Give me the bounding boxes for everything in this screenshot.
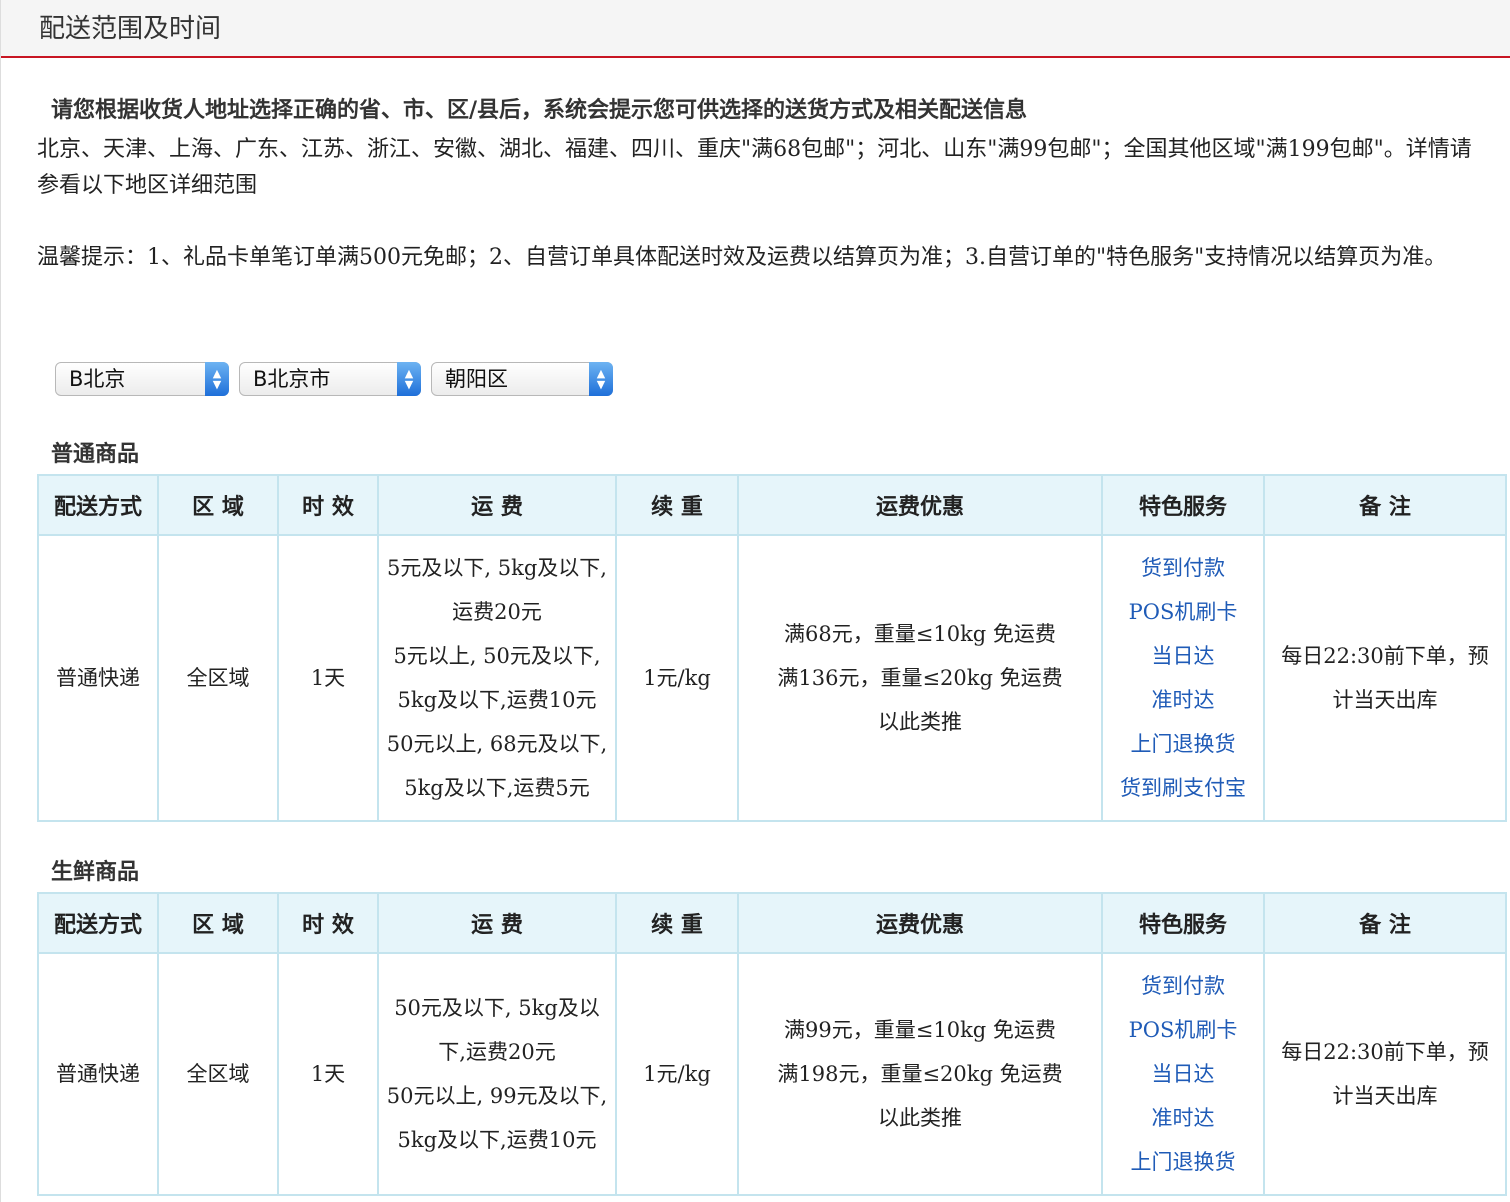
service-cod: 货到付款: [1141, 974, 1225, 998]
area-cell: 全区域: [157, 952, 279, 1196]
service-cod: 货到付款: [1141, 556, 1225, 580]
intro-text: 请您根据收货人地址选择正确的省、市、区/县后，系统会提示您可供选择的送货方式及相…: [51, 97, 1028, 123]
province-value: B北京: [69, 367, 126, 391]
area-cell: 全区域: [157, 534, 279, 822]
col-area: 区 域: [157, 892, 279, 954]
district-value: 朝阳区: [445, 367, 508, 391]
service-same-day: 当日达: [1151, 644, 1215, 668]
discount-line: 满136元，重量≤20kg 免运费: [777, 666, 1063, 690]
note-cell: 每日22:30前下单，预 计当天出库: [1263, 534, 1507, 822]
fee-cell: 50元及以下, 5kg及以 下,运费20元 50元以上, 99元及以下, 5kg…: [377, 952, 617, 1196]
city-value: B北京市: [253, 367, 331, 391]
services-cell: 货到付款 POS机刷卡 当日达 准时达 上门退换货 货到刷支付宝: [1101, 534, 1265, 822]
extra-weight-cell: 1元/kg: [615, 952, 739, 1196]
col-time: 时 效: [277, 892, 379, 954]
fresh-goods-table: 配送方式 区 域 时 效 运 费 续 重 运费优惠 特色服务 备 注 普通快递 …: [37, 892, 1507, 1196]
service-on-time: 准时达: [1151, 1106, 1215, 1130]
fee-line: 5kg及以下,运费5元: [404, 776, 590, 800]
discount-line: 以此类推: [878, 710, 962, 734]
fee-line: 5kg及以下,运费10元: [397, 1128, 597, 1152]
note-line: 计当天出库: [1332, 1084, 1438, 1108]
fee-cell: 5元及以下, 5kg及以下, 运费20元 5元以上, 50元及以下, 5kg及以…: [377, 534, 617, 822]
col-note: 备 注: [1263, 892, 1507, 954]
page-header: 配送范围及时间: [1, 0, 1510, 58]
col-method: 配送方式: [37, 474, 159, 536]
fee-line: 下,运费20元: [438, 1040, 556, 1064]
service-pos: POS机刷卡: [1128, 1018, 1238, 1042]
method-cell: 普通快递: [37, 534, 159, 822]
shipping-policy-text: 北京、天津、上海、广东、江苏、浙江、安徽、湖北、福建、四川、重庆"满68包邮"；…: [37, 137, 1472, 198]
service-return-exchange: 上门退换货: [1130, 1150, 1236, 1174]
city-select[interactable]: B北京市 ▲ ▼: [239, 362, 421, 396]
col-extra-weight: 续 重: [615, 474, 739, 536]
service-return-exchange: 上门退换货: [1130, 732, 1236, 756]
note-line: 计当天出库: [1332, 688, 1438, 712]
note-line: 每日22:30前下单，预: [1281, 1040, 1489, 1064]
fee-line: 50元及以下, 5kg及以: [394, 996, 600, 1020]
col-fee: 运 费: [377, 892, 617, 954]
method-cell: 普通快递: [37, 952, 159, 1196]
fee-line: 50元以上, 99元及以下,: [386, 1084, 608, 1108]
extra-weight-cell: 1元/kg: [615, 534, 739, 822]
col-services: 特色服务: [1101, 474, 1265, 536]
delivery-page: 配送范围及时间 请您根据收货人地址选择正确的省、市、区/县后，系统会提示您可供选…: [0, 0, 1510, 1202]
time-cell: 1天: [277, 534, 379, 822]
col-discount: 运费优惠: [737, 474, 1103, 536]
fee-line: 5元及以下, 5kg及以下,: [387, 556, 607, 580]
fee-line: 5元以上, 50元及以下,: [393, 644, 601, 668]
chevron-updown-icon: ▲ ▼: [397, 362, 421, 396]
chevron-updown-icon: ▲ ▼: [205, 362, 229, 396]
time-cell: 1天: [277, 952, 379, 1196]
chevron-updown-icon: ▲ ▼: [589, 362, 613, 396]
col-fee: 运 费: [377, 474, 617, 536]
discount-line: 以此类推: [878, 1106, 962, 1130]
col-area: 区 域: [157, 474, 279, 536]
district-select[interactable]: 朝阳区 ▲ ▼: [431, 362, 613, 396]
section-title-fresh: 生鲜商品: [51, 859, 140, 885]
table-row: 普通快递 全区域 1天 50元及以下, 5kg及以 下,运费20元 50元以上,…: [37, 952, 1507, 1196]
regular-goods-table: 配送方式 区 域 时 效 运 费 续 重 运费优惠 特色服务 备 注 普通快递 …: [37, 474, 1507, 822]
page-title: 配送范围及时间: [39, 14, 222, 44]
discount-line: 满68元，重量≤10kg 免运费: [784, 622, 1056, 646]
service-pos: POS机刷卡: [1128, 600, 1238, 624]
fee-line: 运费20元: [452, 600, 542, 624]
section-title-regular: 普通商品: [51, 441, 140, 467]
col-extra-weight: 续 重: [615, 892, 739, 954]
col-method: 配送方式: [37, 892, 159, 954]
fee-line: 50元以上, 68元及以下,: [386, 732, 608, 756]
note-cell: 每日22:30前下单，预 计当天出库: [1263, 952, 1507, 1196]
discount-line: 满99元，重量≤10kg 免运费: [784, 1018, 1056, 1042]
services-cell: 货到付款 POS机刷卡 当日达 准时达 上门退换货: [1101, 952, 1265, 1196]
discount-line: 满198元，重量≤20kg 免运费: [777, 1062, 1063, 1086]
col-note: 备 注: [1263, 474, 1507, 536]
service-same-day: 当日达: [1151, 1062, 1215, 1086]
table-header-row: 配送方式 区 域 时 效 运 费 续 重 运费优惠 特色服务 备 注: [37, 474, 1507, 536]
table-header-row: 配送方式 区 域 时 效 运 费 续 重 运费优惠 特色服务 备 注: [37, 892, 1507, 954]
tips-text: 温馨提示：1、礼品卡单笔订单满500元免邮；2、自营订单具体配送时效及运费以结算…: [37, 245, 1447, 270]
fee-line: 5kg及以下,运费10元: [397, 688, 597, 712]
province-select[interactable]: B北京 ▲ ▼: [55, 362, 229, 396]
service-on-time: 准时达: [1151, 688, 1215, 712]
col-services: 特色服务: [1101, 892, 1265, 954]
service-alipay-cod: 货到刷支付宝: [1120, 776, 1246, 800]
col-time: 时 效: [277, 474, 379, 536]
table-row: 普通快递 全区域 1天 5元及以下, 5kg及以下, 运费20元 5元以上, 5…: [37, 534, 1507, 822]
discount-cell: 满99元，重量≤10kg 免运费 满198元，重量≤20kg 免运费 以此类推: [737, 952, 1103, 1196]
note-line: 每日22:30前下单，预: [1281, 644, 1489, 668]
col-discount: 运费优惠: [737, 892, 1103, 954]
discount-cell: 满68元，重量≤10kg 免运费 满136元，重量≤20kg 免运费 以此类推: [737, 534, 1103, 822]
